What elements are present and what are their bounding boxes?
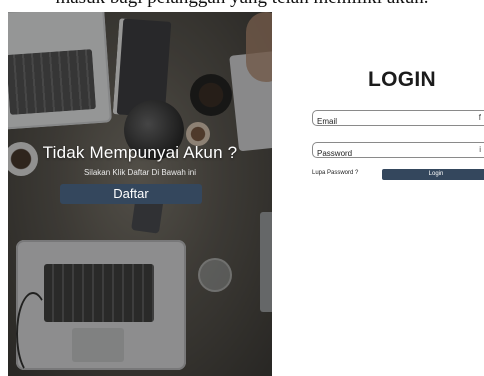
hero-panel: Tidak Mempunyai Akun ? Silakan Klik Daft… [8,12,272,376]
password-icon: i [479,145,481,154]
password-input[interactable] [317,146,484,161]
forgot-password-link[interactable]: Lupa Password ? [312,170,358,176]
email-input[interactable] [317,114,484,129]
email-field[interactable]: f [312,110,484,129]
no-account-heading: Tidak Mempunyai Akun ? [42,143,238,162]
top-caption: masuk bagi pelanggan yang telah memiliki… [0,0,484,8]
login-button[interactable]: Login [382,169,484,180]
register-button[interactable]: Daftar [60,184,202,204]
login-title: LOGIN [368,68,436,91]
email-icon: f [478,113,481,122]
register-instruction: Silakan Klik Daftar Di Bawah ini [83,168,197,177]
password-field[interactable]: i [312,142,484,161]
